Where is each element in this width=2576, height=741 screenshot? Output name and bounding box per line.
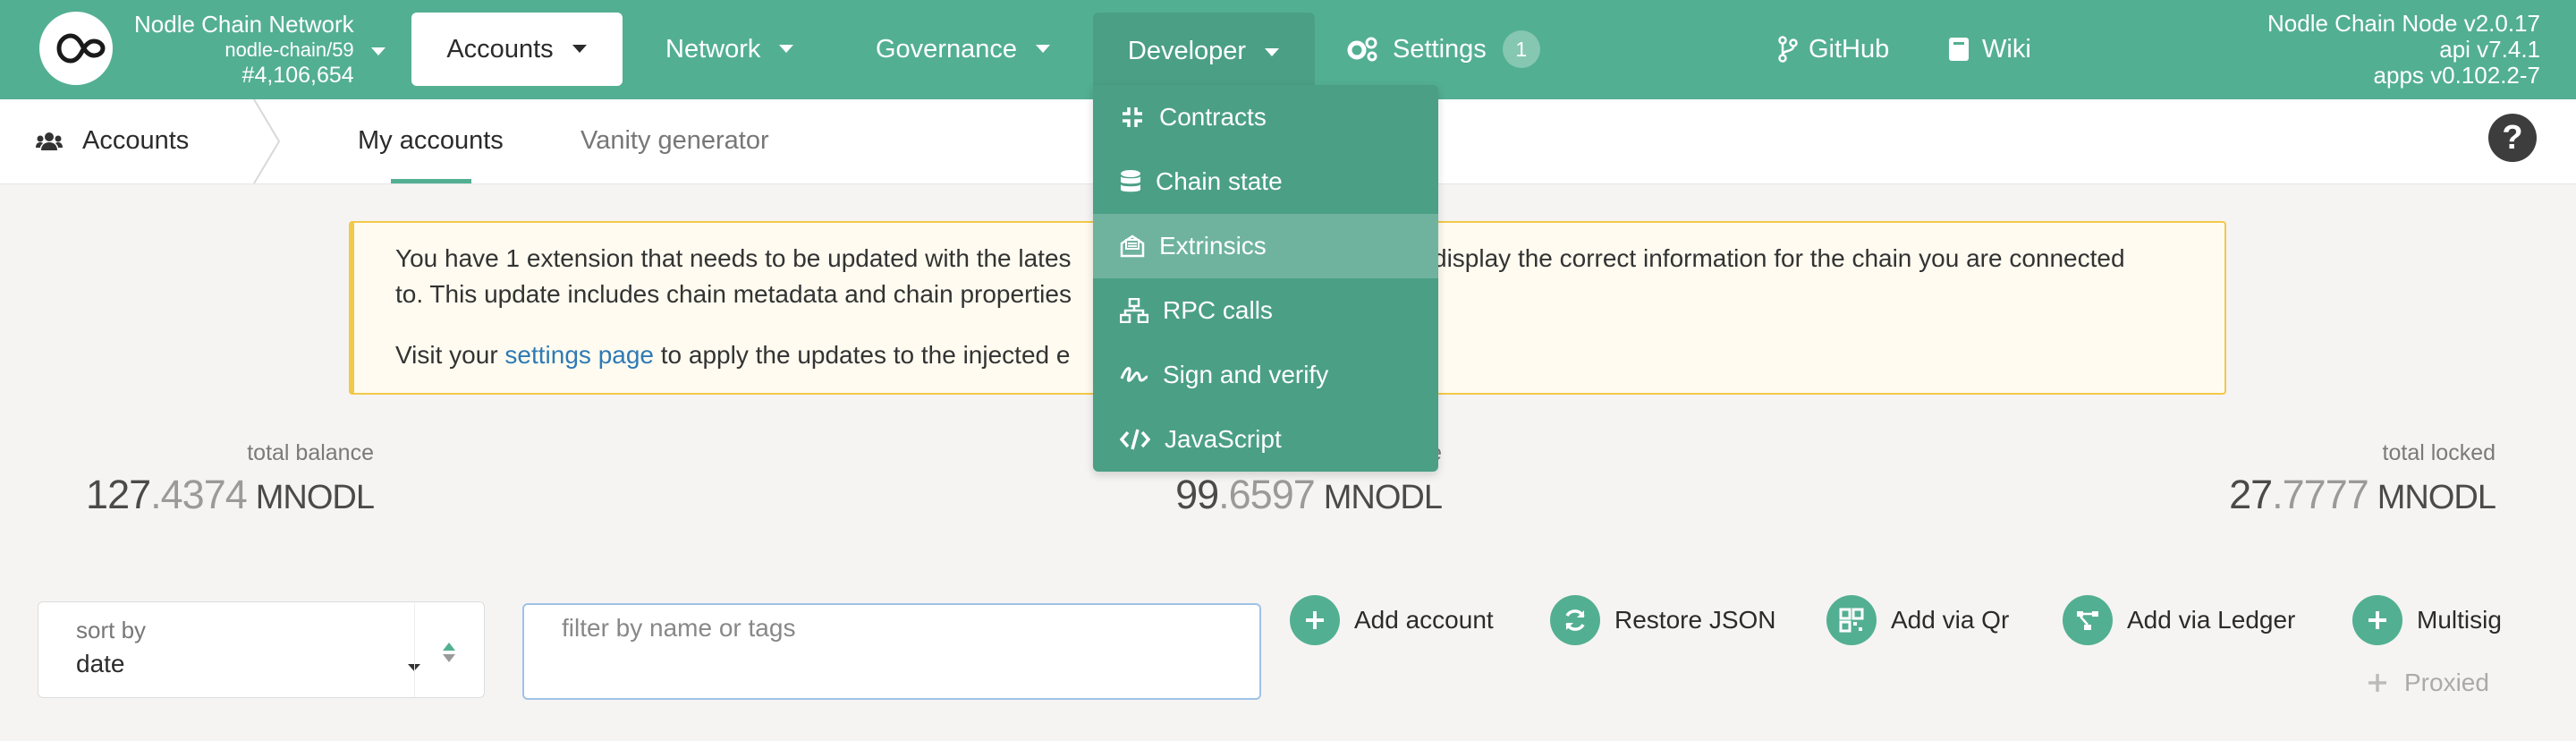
add-via-ledger-label: Add via Ledger	[2127, 606, 2296, 634]
nav-github-label: GitHub	[1809, 34, 1890, 64]
filter-input[interactable]: filter by name or tags	[522, 603, 1261, 700]
filter-placeholder: filter by name or tags	[562, 614, 796, 642]
nav-network-label: Network	[665, 34, 761, 64]
book-icon	[1949, 38, 1969, 61]
nav-settings-label: Settings	[1393, 34, 1487, 64]
multisig-button[interactable]: Multisig	[2352, 595, 2502, 645]
add-via-qr-button[interactable]: Add via Qr	[1826, 595, 2009, 645]
sort-direction-icon[interactable]	[441, 641, 457, 664]
node-version-info: Nodle Chain Node v2.0.17 api v7.4.1 apps…	[2267, 11, 2540, 89]
subnav-section-accounts: Accounts	[36, 126, 189, 156]
total-locked-label: total locked	[2382, 440, 2496, 465]
nav-github[interactable]: GitHub	[1778, 13, 1889, 86]
envelope-open-text-icon	[1120, 234, 1145, 258]
nav-developer-label: Developer	[1127, 37, 1247, 65]
apps-version: apps v0.102.2-7	[2373, 62, 2540, 89]
nav-governance-label: Governance	[876, 34, 1017, 64]
chain-spec: nodle-chain/59	[225, 38, 354, 61]
menu-item-label: Contracts	[1159, 103, 1267, 131]
sort-divider	[414, 602, 415, 697]
summary-total-locked: total locked 27.7777 MNODL	[2147, 440, 2496, 518]
warning-text-3a: Visit your	[395, 341, 505, 369]
help-icon[interactable]: ?	[2488, 114, 2537, 162]
total-balance-label: total balance	[247, 440, 374, 465]
proxied-button[interactable]: Proxied	[2367, 669, 2489, 697]
summary-total-balance: total balance 127.4374 MNODL	[36, 440, 375, 518]
multisig-label: Multisig	[2417, 606, 2502, 634]
settings-page-link[interactable]: settings page	[504, 341, 654, 369]
developer-dropdown-menu: Contracts Chain state Extrinsics RPC cal…	[1093, 85, 1438, 472]
sort-by-label: sort by	[76, 617, 147, 643]
menu-item-extrinsics[interactable]: Extrinsics	[1093, 214, 1438, 278]
chain-name: Nodle Chain Network	[134, 11, 354, 38]
nav-accounts-label: Accounts	[446, 34, 554, 64]
menu-item-rpc-calls[interactable]: RPC calls	[1093, 278, 1438, 343]
chevron-down-icon	[1265, 48, 1280, 56]
menu-item-label: JavaScript	[1165, 425, 1282, 453]
nav-wiki-label: Wiki	[1982, 34, 2031, 64]
users-icon	[36, 132, 63, 150]
plus-icon	[2352, 595, 2402, 645]
warning-text-3b: to apply the updates to the injected e	[654, 341, 1071, 369]
signature-icon	[1120, 366, 1148, 382]
tab-my-accounts[interactable]: My accounts	[358, 126, 504, 156]
chain-chevron-down-icon[interactable]	[370, 47, 386, 57]
add-via-qr-label: Add via Qr	[1891, 606, 2010, 634]
nav-governance[interactable]: Governance	[876, 13, 1051, 86]
sort-by-dropdown[interactable]: sort by date	[38, 601, 485, 698]
menu-item-javascript[interactable]: JavaScript	[1093, 407, 1438, 472]
database-icon	[1121, 170, 1140, 192]
sort-by-value: date	[76, 650, 125, 677]
total-locked-value: 27.7777 MNODL	[2229, 472, 2496, 517]
nav-accounts[interactable]: Accounts	[411, 13, 623, 86]
nav-settings[interactable]: Settings 1	[1346, 13, 1540, 86]
code-icon	[1120, 429, 1150, 450]
chevron-down-icon	[572, 45, 587, 53]
breadcrumb-separator	[253, 99, 281, 183]
proxied-label: Proxied	[2404, 669, 2489, 696]
add-account-button[interactable]: Add account	[1290, 595, 1494, 645]
add-account-label: Add account	[1354, 606, 1494, 634]
subnav-section-label: Accounts	[82, 126, 190, 155]
menu-item-contracts[interactable]: Contracts	[1093, 85, 1438, 149]
sync-icon	[1550, 595, 1600, 645]
project-diagram-icon	[2063, 595, 2113, 645]
node-version: Nodle Chain Node v2.0.17	[2267, 10, 2540, 37]
chain-selector[interactable]: Nodle Chain Network nodle-chain/59 #4,10…	[134, 11, 354, 89]
menu-item-label: RPC calls	[1163, 296, 1273, 324]
menu-item-label: Sign and verify	[1163, 361, 1329, 388]
add-via-ledger-button[interactable]: Add via Ledger	[2063, 595, 2295, 645]
gears-icon	[1347, 37, 1377, 62]
compress-icon	[1123, 107, 1142, 127]
menu-item-chain-state[interactable]: Chain state	[1093, 149, 1438, 214]
nodle-logo-icon	[56, 33, 106, 64]
nav-network[interactable]: Network	[665, 13, 794, 86]
nav-wiki[interactable]: Wiki	[1948, 13, 2031, 86]
transferrable-value: 99.6597 MNODL	[1175, 472, 1443, 517]
qrcode-icon	[1826, 595, 1877, 645]
active-tab-indicator	[391, 179, 471, 183]
restore-json-button[interactable]: Restore JSON	[1550, 595, 1776, 645]
menu-item-sign-and-verify[interactable]: Sign and verify	[1093, 343, 1438, 407]
git-branch-icon	[1778, 36, 1798, 63]
tab-vanity-generator[interactable]: Vanity generator	[580, 126, 769, 156]
chevron-down-icon	[779, 45, 794, 53]
plus-icon	[2368, 674, 2386, 692]
restore-json-label: Restore JSON	[1614, 606, 1776, 634]
total-balance-value: 127.4374 MNODL	[86, 472, 375, 517]
settings-count-badge: 1	[1502, 30, 1540, 68]
warning-text-1a: You have 1 extension that needs to be up…	[395, 244, 1072, 272]
chain-logo[interactable]	[39, 12, 113, 85]
warning-text-1b: display the correct information for the …	[1433, 244, 2125, 272]
chevron-down-icon	[1036, 45, 1050, 53]
plus-icon	[1290, 595, 1340, 645]
network-wired-icon	[1120, 298, 1148, 323]
menu-item-label: Extrinsics	[1159, 232, 1267, 260]
block-number: #4,106,654	[242, 63, 354, 88]
api-version: api v7.4.1	[2439, 36, 2540, 63]
menu-item-label: Chain state	[1156, 167, 1283, 195]
